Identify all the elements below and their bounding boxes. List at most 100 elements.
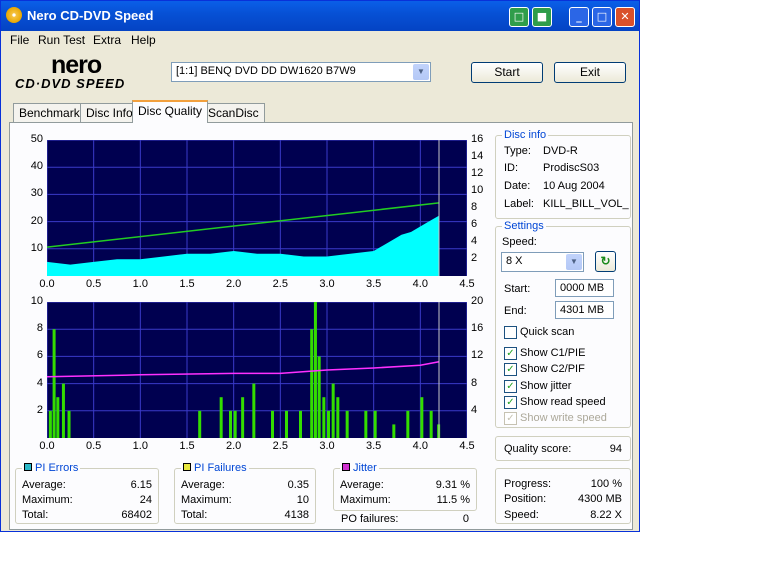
jitter-maximum-value: 11.5 % [436, 494, 470, 506]
quality-score-value: 94 [609, 443, 622, 455]
disc-type-label: Type: [504, 145, 531, 157]
menu-help[interactable]: Help [131, 33, 156, 47]
jitter-average-label: Average: [340, 479, 384, 491]
tab-benchmark[interactable]: Benchmark [13, 103, 86, 122]
pi-failures-bar [219, 397, 223, 438]
y-left-tick-label: 8 [36, 322, 43, 335]
cd-dvd-speed-logo: CD·DVD SPEED [15, 76, 126, 91]
minimize-icon[interactable]: _ [569, 7, 589, 27]
pi-failures-bar [313, 302, 317, 438]
pi-failures-total-value: 4138 [284, 509, 309, 521]
pi-failures-bar [331, 383, 335, 438]
y-left-tick-label: 50 [30, 133, 43, 145]
pi-failures-bar [420, 397, 424, 438]
x-tick-label: 2.0 [226, 278, 242, 290]
refresh-icon[interactable]: ↻ [595, 251, 616, 272]
tab-scandisc[interactable]: ScanDisc [202, 103, 265, 122]
x-tick-label: 1.5 [179, 278, 195, 290]
jitter-title-text: Jitter [353, 462, 377, 474]
y-right-tick-label: 16 [471, 322, 484, 335]
pi-errors-maximum-value: 24 [139, 494, 152, 506]
drive-select[interactable]: [1:1] BENQ DVD DD DW1620 B7W9 ▼ [171, 62, 431, 82]
pi-errors-swatch [24, 463, 32, 471]
pi-errors-total-value: 68402 [121, 509, 152, 521]
speed-readout-value: 8.22 X [590, 509, 622, 521]
pi-failures-title: PI Failures [181, 462, 249, 474]
pi-errors-title-text: PI Errors [35, 462, 79, 474]
x-tick-label: 0.5 [86, 440, 102, 452]
y-left-tick-label: 6 [36, 349, 43, 362]
chevron-down-icon[interactable]: ▼ [413, 64, 429, 80]
x-tick-label: 4.5 [459, 278, 475, 290]
pi-failures-maximum-value: 10 [296, 494, 309, 506]
show-c2-pif-checkbox[interactable]: ✓ [504, 363, 517, 376]
menu-file[interactable]: File [10, 33, 29, 47]
app-window: Nero CD-DVD Speed □ ■ _ □ ✕ File Run Tes… [0, 0, 640, 532]
x-tick-label: 0.0 [39, 440, 55, 452]
quick-scan-checkbox[interactable] [504, 326, 517, 339]
x-tick-label: 3.5 [366, 278, 382, 290]
start-input[interactable]: 0000 MB [555, 279, 614, 297]
pi-errors-maximum-label: Maximum: [22, 494, 73, 506]
pi-failures-maximum-label: Maximum: [181, 494, 232, 506]
show-c1-pie-checkbox[interactable]: ✓ [504, 347, 517, 360]
start-button[interactable]: Start [471, 62, 543, 83]
read-speed-line [47, 202, 440, 248]
maximize-icon[interactable]: □ [592, 7, 612, 27]
quality-score-label: Quality score: [504, 443, 572, 455]
po-failures-label: PO failures: [341, 513, 399, 525]
y-right-tick-label: 8 [471, 201, 478, 213]
y-right-tick-label: 2 [471, 252, 478, 264]
menu-run-test[interactable]: Run Test [38, 33, 85, 47]
app-icon [6, 7, 22, 23]
po-failures-value: 0 [462, 513, 469, 525]
x-tick-label: 3.5 [366, 440, 382, 452]
y-left-tick-label: 10 [30, 295, 43, 307]
position-value: 4300 MB [577, 493, 622, 505]
speed-chevron-down-icon[interactable]: ▼ [566, 254, 582, 270]
pi-failures-bar [285, 410, 288, 438]
speed-select-value: 8 X [506, 255, 523, 267]
start-label: Start: [504, 283, 531, 295]
pi-failures-bar [406, 410, 410, 438]
exit-button[interactable]: Exit [554, 62, 626, 83]
x-tick-label: 2.0 [226, 440, 242, 452]
y-left-tick-label: 4 [36, 376, 43, 389]
x-tick-label: 1.0 [132, 440, 148, 452]
show-jitter-label: Show jitter [520, 380, 572, 392]
pi-failures-bar [67, 410, 71, 438]
show-write-speed-label: Show write speed [520, 412, 607, 424]
y-left-tick-label: 30 [30, 187, 43, 200]
pi-failures-average-value: 0.35 [287, 479, 309, 491]
y-right-tick-label: 8 [471, 376, 478, 389]
show-c1-pie-label: Show C1/PIE [520, 347, 586, 359]
pi-failures-bar [392, 424, 396, 438]
y-right-tick-label: 4 [471, 403, 478, 416]
disc-type-value: DVD-R [543, 145, 578, 157]
pi-errors-total-label: Total: [22, 509, 49, 521]
pi-failures-bar [299, 410, 302, 438]
copy-icon[interactable]: □ [509, 7, 529, 27]
pi-failures-bar [271, 410, 274, 438]
show-jitter-checkbox[interactable]: ✓ [504, 380, 517, 393]
show-read-speed-checkbox[interactable]: ✓ [504, 396, 517, 409]
tab-disc-info[interactable]: Disc Info [80, 103, 139, 122]
speed-select[interactable]: 8 X ▼ [501, 252, 584, 272]
tab-disc-quality[interactable]: Disc Quality [132, 100, 209, 123]
pi-failures-average-label: Average: [181, 479, 225, 491]
x-tick-label: 1.0 [132, 278, 148, 290]
y-right-tick-label: 12 [471, 349, 484, 362]
progress-label: Progress: [504, 478, 552, 490]
pi-errors-average-label: Average: [22, 479, 66, 491]
pi-errors-average-value: 6.15 [130, 479, 152, 491]
menu-extra[interactable]: Extra [93, 33, 121, 47]
end-input[interactable]: 4301 MB [555, 301, 614, 319]
pi-failures-group: PI Failures Average: 0.35 Maximum: 10 To… [174, 462, 316, 524]
x-tick-label: 0.0 [39, 278, 55, 290]
save-icon[interactable]: ■ [532, 7, 552, 27]
close-icon[interactable]: ✕ [615, 7, 635, 27]
show-c2-pif-label: Show C2/PIF [520, 363, 585, 375]
quick-scan-label: Quick scan [520, 326, 575, 338]
title-bar[interactable]: Nero CD-DVD Speed □ ■ _ □ ✕ [1, 1, 639, 31]
disc-info-group: Disc info Type: DVD-R ID: ProdiscS03 Dat… [495, 129, 631, 219]
